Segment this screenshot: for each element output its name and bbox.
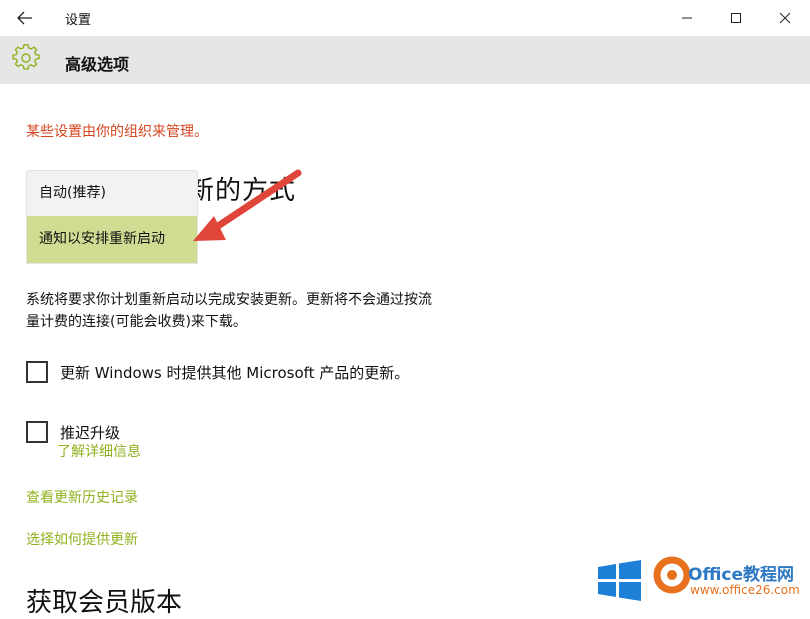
watermark-brand: Office教程网 bbox=[688, 565, 795, 585]
maximize-icon bbox=[731, 13, 741, 23]
page-title: 高级选项 bbox=[65, 55, 130, 74]
choose-delivery-link[interactable]: 选择如何提供更新 bbox=[26, 529, 138, 549]
defer-upgrades-label: 推迟升级 bbox=[60, 423, 121, 442]
install-mode-dropdown[interactable]: 自动(推荐) 通知以安排重新启动 bbox=[27, 171, 197, 263]
description-line-1: 系统将要求你计划重新启动以完成安装更新。更新将不会通过按流 bbox=[26, 292, 432, 308]
update-description: 系统将要求你计划重新启动以完成安装更新。更新将不会通过按流 量计费的连接(可能会收… bbox=[26, 289, 516, 333]
minimize-button[interactable] bbox=[664, 0, 710, 36]
minimize-icon bbox=[682, 17, 692, 19]
learn-more-link[interactable]: 了解详细信息 bbox=[57, 441, 141, 461]
managed-notice: 某些设置由你的组织来管理。 bbox=[26, 124, 208, 140]
gear-icon bbox=[12, 44, 40, 70]
dropdown-option-notify-restart[interactable]: 通知以安排重新启动 bbox=[27, 216, 197, 263]
title-bar: 设置 bbox=[0, 0, 810, 36]
checkbox-row-other-products: 更新 Windows 时提供其他 Microsoft 产品的更新。 bbox=[26, 361, 409, 383]
close-button[interactable] bbox=[762, 0, 808, 36]
back-button[interactable] bbox=[10, 4, 40, 32]
other-products-label: 更新 Windows 时提供其他 Microsoft 产品的更新。 bbox=[60, 363, 410, 382]
dropdown-option-auto[interactable]: 自动(推荐) bbox=[27, 171, 197, 216]
insider-heading: 获取会员版本 bbox=[26, 588, 183, 618]
watermark-url: www.office26.com bbox=[690, 583, 800, 597]
close-icon bbox=[779, 12, 791, 24]
back-arrow-icon bbox=[17, 11, 32, 25]
maximize-button[interactable] bbox=[713, 0, 759, 36]
section-heading: 新的方式 bbox=[188, 176, 297, 206]
defer-upgrades-checkbox[interactable] bbox=[26, 421, 48, 443]
view-update-history-link[interactable]: 查看更新历史记录 bbox=[26, 487, 138, 507]
window-title: 设置 bbox=[65, 13, 92, 28]
description-line-2: 量计费的连接(可能会收费)来下载。 bbox=[26, 314, 247, 330]
other-products-checkbox[interactable] bbox=[26, 361, 48, 383]
checkbox-row-defer-upgrades: 推迟升级 bbox=[26, 421, 120, 443]
